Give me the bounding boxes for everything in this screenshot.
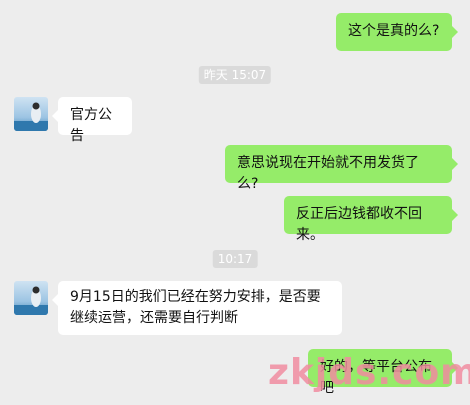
- message-text: 9月15日的我们已经在努力安排，是否要继续运营，还需要自行判断: [70, 289, 321, 326]
- timestamp-text: 10:17: [217, 252, 253, 266]
- avatar-photo-icon: [14, 97, 48, 131]
- timestamp: 昨天 15:07: [198, 66, 272, 84]
- incoming-message[interactable]: 9月15日的我们已经在努力安排，是否要继续运营，还需要自行判断: [52, 281, 342, 335]
- outgoing-message[interactable]: 这个是真的么?: [336, 13, 458, 51]
- message-text: 这个是真的么?: [348, 23, 440, 39]
- contact-avatar[interactable]: [14, 281, 48, 315]
- timestamp: 10:17: [212, 250, 258, 268]
- message-text: 官方公告: [70, 107, 112, 144]
- avatar-photo-icon: [14, 281, 48, 315]
- incoming-message[interactable]: 官方公告: [52, 97, 132, 144]
- contact-avatar[interactable]: [14, 97, 48, 131]
- message-text: 好的，等平台公布吧: [320, 359, 432, 396]
- chat-window: 这个是真的么? 昨天 15:07 官方公告 意思说现在开始就不用发货了么? 反正…: [0, 0, 470, 405]
- outgoing-message[interactable]: 意思说现在开始就不用发货了么?: [225, 145, 458, 192]
- outgoing-message[interactable]: 反正后边钱都收不回来。: [284, 196, 458, 243]
- message-text: 意思说现在开始就不用发货了么?: [237, 155, 419, 192]
- timestamp-text: 昨天 15:07: [203, 68, 267, 82]
- outgoing-message[interactable]: 好的，等平台公布吧: [308, 349, 458, 396]
- message-text: 反正后边钱都收不回来。: [296, 206, 422, 243]
